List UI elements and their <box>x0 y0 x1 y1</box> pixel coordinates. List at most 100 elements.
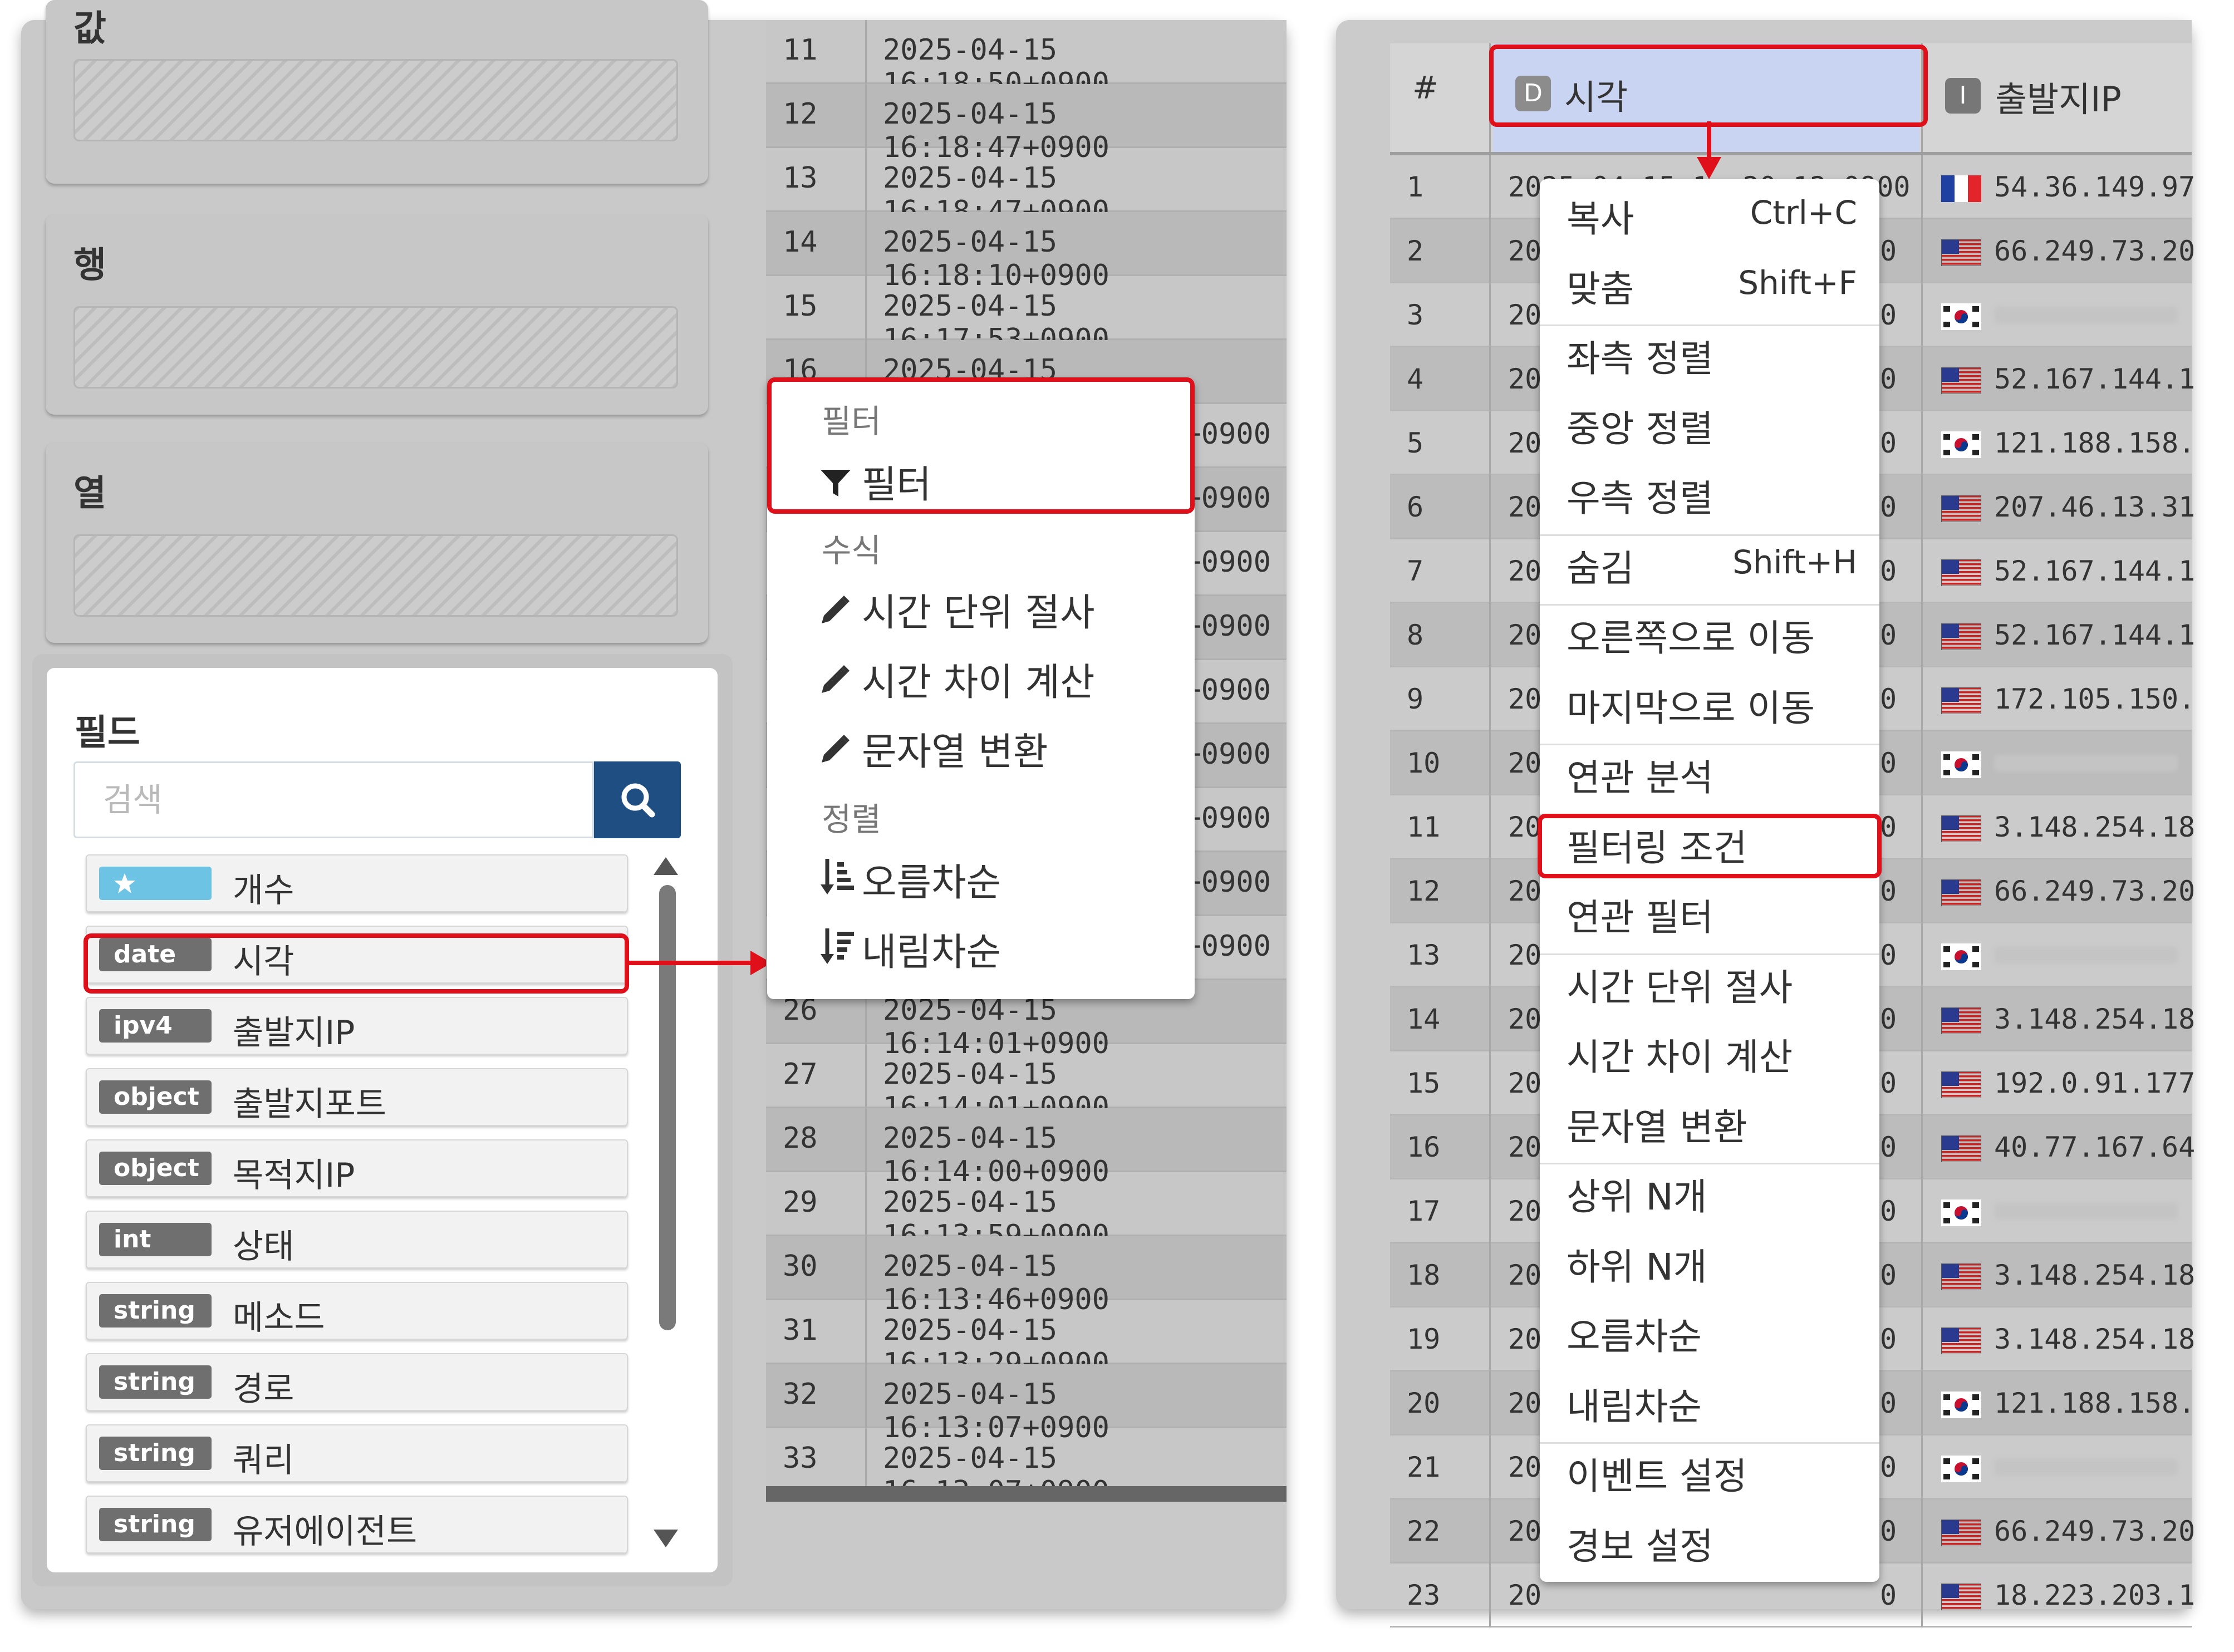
row-number: 11 <box>1407 811 1441 843</box>
kr-flag-icon <box>1941 751 1981 778</box>
scroll-down-arrow-icon[interactable] <box>654 1530 678 1547</box>
column-menu-item[interactable]: 오른쪽으로 이동 <box>1567 608 1856 662</box>
left-table-scrollbar[interactable] <box>766 1486 1287 1502</box>
row-number: 3 <box>1407 299 1424 331</box>
column-divider <box>1489 1179 1491 1243</box>
filter-section-highlight <box>767 377 1195 514</box>
field-type-badge: string <box>99 1365 212 1399</box>
menu-item-sort-asc[interactable]: 오름차순 <box>819 852 1001 907</box>
field-search-input[interactable] <box>73 761 594 838</box>
field-name: 경로 <box>233 1370 294 1409</box>
row-number: 6 <box>1407 491 1424 523</box>
column-menu-item[interactable]: 시간 단위 절사 <box>1567 958 1856 1011</box>
table-row[interactable]: 28 2025-04-15 16:14:00+0900 <box>766 1108 1287 1188</box>
columns-slot[interactable]: 열 <box>46 442 708 643</box>
column-menu-item[interactable]: 연관 필터 <box>1567 888 1856 941</box>
time-cell-prefix: 20 <box>1508 1195 1542 1227</box>
scroll-up-arrow-icon[interactable] <box>654 857 678 875</box>
field-item-path[interactable]: string 경로 <box>86 1353 628 1411</box>
column-menu-item[interactable]: 경보 설정 <box>1567 1517 1856 1570</box>
column-menu-item[interactable]: 내림차순 <box>1567 1377 1856 1430</box>
time-cell-prefix: 20 <box>1508 299 1542 331</box>
field-search-button[interactable] <box>594 761 681 838</box>
table-row[interactable]: 13 2025-04-15 16:18:47+0900 <box>766 148 1287 228</box>
column-menu-item[interactable]: 좌측 정렬 <box>1567 329 1856 382</box>
table-row[interactable]: 31 2025-04-15 16:13:29+0900 <box>766 1300 1287 1380</box>
table-row[interactable]: 32 2025-04-15 16:13:07+0900 <box>766 1364 1287 1444</box>
field-item-method[interactable]: string 메소드 <box>86 1282 628 1340</box>
row-number: 16 <box>1407 1131 1441 1163</box>
time-cell-suffix: 0 <box>1880 235 1897 267</box>
source-ip-cell: 40.77.167.64 <box>1994 1131 2196 1163</box>
table-row[interactable]: 29 2025-04-15 16:13:59+0900 <box>766 1172 1287 1252</box>
source-ip-cell: 66.249.73.20 <box>1994 1515 2196 1547</box>
source-ip-cell: 3.148.254.18 <box>1994 1323 2196 1355</box>
table-row[interactable]: 30 2025-04-15 16:13:46+0900 <box>766 1236 1287 1316</box>
column-divider <box>1921 923 1923 987</box>
table-row[interactable]: 332025-04-15 16:13:07+0900 <box>766 1428 1287 1508</box>
column-divider <box>1921 731 1923 795</box>
column-divider <box>1921 859 1923 923</box>
field-item-query[interactable]: string 쿼리 <box>86 1424 628 1482</box>
column-divider <box>1489 987 1491 1051</box>
rows-drop-zone[interactable] <box>73 306 678 389</box>
column-menu-item[interactable]: 연관 분석 <box>1567 748 1856 802</box>
us-flag-icon <box>1941 495 1981 522</box>
field-item-source-ip[interactable]: ipv4 출발지IP <box>86 997 628 1055</box>
kr-flag-icon <box>1941 1392 1981 1418</box>
values-slot[interactable]: 값 <box>46 0 708 184</box>
source-ip-cell: 172.105.150. <box>1994 683 2196 715</box>
column-menu-item[interactable]: 중앙 정렬 <box>1567 399 1856 453</box>
field-item-user-agent[interactable]: string 유저에이전트 <box>86 1496 628 1553</box>
time-cell-suffix: 0 <box>1880 875 1897 907</box>
row-number: 9 <box>1407 683 1424 715</box>
redacted-ip-cell <box>1994 1459 2178 1476</box>
menu-item-time-truncate[interactable]: 시간 단위 절사 <box>819 582 1095 637</box>
values-drop-zone[interactable] <box>73 59 678 141</box>
column-menu-item[interactable]: 마지막으로 이동 <box>1567 678 1856 732</box>
columns-drop-zone[interactable] <box>73 534 678 617</box>
field-item-source-port[interactable]: object 출발지포트 <box>86 1068 628 1126</box>
us-flag-icon <box>1941 687 1981 714</box>
table-row[interactable]: 27 2025-04-15 16:14:01+0900 <box>766 1044 1287 1124</box>
source-ip-cell: 121.188.158. <box>1994 427 2196 459</box>
column-menu-item[interactable]: 문자열 변환 <box>1567 1098 1856 1151</box>
column-menu-item[interactable]: 우측 정렬 <box>1567 469 1856 522</box>
table-row[interactable]: 14 2025-04-15 16:18:10+0900 <box>766 212 1287 292</box>
table-row[interactable]: 12 2025-04-15 16:18:47+0900 <box>766 84 1287 164</box>
column-header-source-ip[interactable]: I 출발지IP <box>1923 43 2192 152</box>
menu-item-time-diff[interactable]: 시간 차이 계산 <box>819 651 1095 706</box>
column-menu-item[interactable]: 시간 차이 계산 <box>1567 1027 1856 1081</box>
row-number: 29 <box>783 1186 818 1219</box>
column-menu-item[interactable]: 이벤트 설정 <box>1567 1447 1856 1500</box>
rows-slot[interactable]: 행 <box>46 214 708 415</box>
row-number: 4 <box>1407 363 1424 395</box>
row-number: 28 <box>783 1122 818 1155</box>
row-number: 18 <box>1407 1259 1441 1291</box>
column-divider <box>865 1300 867 1364</box>
column-menu-item[interactable]: 하위 N개 <box>1567 1237 1856 1291</box>
table-row[interactable]: 11 2025-04-15 16:18:50+0900 <box>766 20 1287 100</box>
column-menu-item[interactable]: 상위 N개 <box>1567 1167 1856 1221</box>
row-number: 19 <box>1407 1323 1441 1355</box>
row-number: 27 <box>783 1058 818 1091</box>
time-field-highlight <box>84 933 629 994</box>
menu-item-sort-desc[interactable]: 내림차순 <box>819 921 1001 976</box>
column-divider <box>865 20 867 84</box>
column-divider <box>1921 155 1923 219</box>
menu-item-string-convert[interactable]: 문자열 변환 <box>819 721 1048 776</box>
table-row[interactable]: 15 2025-04-15 16:17:53+0900 <box>766 276 1287 356</box>
us-flag-icon <box>1941 239 1981 266</box>
column-menu-item[interactable]: 오름차순 <box>1567 1307 1856 1360</box>
field-item-status[interactable]: int 상태 <box>86 1211 628 1268</box>
column-divider <box>865 1428 867 1492</box>
field-item-count[interactable]: 개수 <box>86 854 628 912</box>
column-divider <box>1921 1051 1923 1115</box>
column-header-index: # <box>1412 70 1438 106</box>
time-cell-suffix: 0 <box>1880 299 1897 331</box>
redacted-ip-cell <box>1994 307 2178 323</box>
time-cell-suffix: 0 <box>1880 427 1897 459</box>
time-cell-prefix: 20 <box>1508 811 1542 843</box>
field-item-dest-ip[interactable]: object 목적지IP <box>86 1139 628 1197</box>
column-divider <box>1489 859 1491 923</box>
